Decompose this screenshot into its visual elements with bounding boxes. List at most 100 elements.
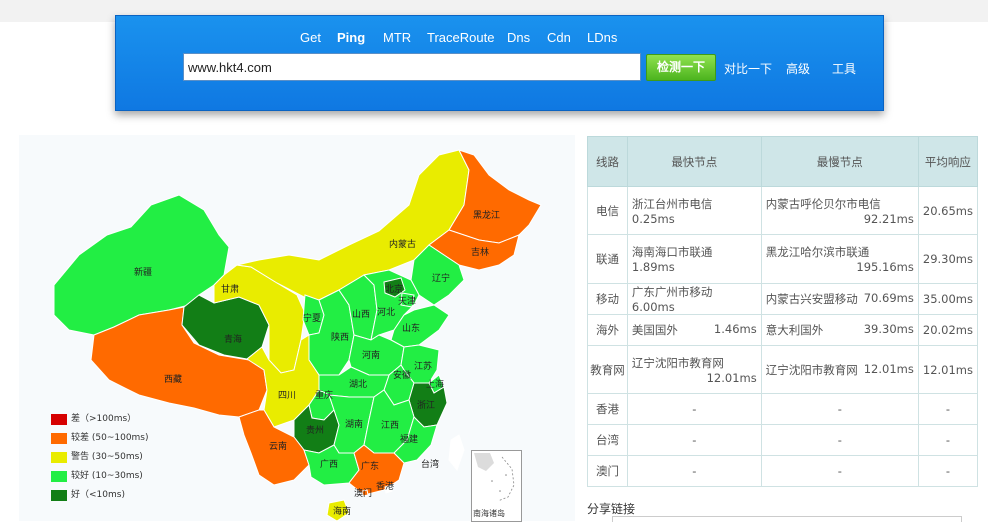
share-link-label: 分享链接 bbox=[587, 502, 636, 516]
label-guangxi: 广西 bbox=[320, 458, 338, 470]
table-row: 电信 浙江台州市电信 0.25ms 内蒙古呼伦贝尔市电信 92.21ms 20.6… bbox=[587, 186, 979, 235]
check-button[interactable]: 检测一下 bbox=[646, 54, 716, 81]
label-jiangxi: 江西 bbox=[381, 420, 399, 431]
col-line: 线路 bbox=[587, 136, 628, 187]
label-liaoning: 辽宁 bbox=[432, 272, 450, 284]
slowest-node: 内蒙古呼伦贝尔市电信 bbox=[765, 196, 881, 211]
nav-get[interactable]: Get bbox=[300, 30, 321, 45]
row-line: 电信 bbox=[587, 186, 628, 235]
nav-dns[interactable]: Dns bbox=[507, 30, 530, 45]
legend-swatch bbox=[51, 414, 67, 425]
label-guizhou: 贵州 bbox=[306, 424, 324, 436]
slowest-node: 内蒙古兴安盟移动 bbox=[765, 292, 858, 306]
row-slowest: 辽宁沈阳市教育网 12.01ms bbox=[760, 345, 919, 394]
fastest-ms: 12.01ms bbox=[706, 370, 757, 385]
slowest-ms: 12.01ms bbox=[863, 361, 914, 376]
label-shandong: 山东 bbox=[402, 322, 420, 334]
row-slowest: 意大利国外 39.30ms bbox=[760, 314, 919, 346]
table-row: 澳门 - - - bbox=[587, 455, 979, 487]
row-line: 教育网 bbox=[587, 345, 628, 394]
row-slowest: 内蒙古呼伦贝尔市电信 92.21ms bbox=[760, 186, 919, 235]
tool-nav: Get Ping MTR TraceRoute Dns Cdn LDns bbox=[116, 30, 883, 48]
nav-cdn[interactable]: Cdn bbox=[547, 30, 571, 45]
legend-swatch bbox=[51, 452, 67, 463]
row-average: 20.65ms bbox=[917, 186, 979, 235]
label-shanghai: 上海 bbox=[426, 378, 444, 390]
row-fastest: 辽宁沈阳市教育网 12.01ms bbox=[626, 345, 762, 394]
slowest-node: 意大利国外 bbox=[765, 323, 824, 337]
row-fastest: 美国国外 1.46ms bbox=[626, 314, 762, 346]
table-row: 台湾 - - - bbox=[587, 424, 979, 456]
col-average: 平均响应 bbox=[917, 136, 979, 187]
row-slowest: - bbox=[760, 393, 919, 425]
label-yunnan: 云南 bbox=[269, 440, 287, 452]
row-slowest: - bbox=[760, 424, 919, 456]
nav-ldns[interactable]: LDns bbox=[587, 30, 617, 45]
row-average: 29.30ms bbox=[917, 234, 979, 284]
row-slowest: 内蒙古兴安盟移动 70.69ms bbox=[760, 283, 919, 315]
label-qinghai: 青海 bbox=[224, 333, 242, 345]
label-hubei: 湖北 bbox=[349, 379, 367, 390]
label-macau: 澳门 bbox=[354, 487, 372, 499]
label-sichuan: 四川 bbox=[278, 391, 296, 401]
legend-swatch bbox=[51, 471, 67, 482]
row-average: 35.00ms bbox=[917, 283, 979, 315]
fastest-ms: 6.00ms bbox=[631, 300, 675, 314]
label-hainan: 海南 bbox=[333, 505, 351, 517]
fastest-node: 广东广州市移动 bbox=[631, 285, 713, 299]
province-taiwan[interactable] bbox=[448, 434, 465, 472]
fastest-ms: 1.89ms bbox=[631, 260, 675, 274]
nav-traceroute[interactable]: TraceRoute bbox=[427, 30, 494, 45]
label-tianjin: 天津 bbox=[398, 296, 416, 307]
label-shaanxi: 陕西 bbox=[331, 331, 349, 343]
header-panel: Get Ping MTR TraceRoute Dns Cdn LDns 检测一… bbox=[115, 15, 884, 111]
label-henan: 河南 bbox=[362, 349, 380, 361]
label-hunan: 湖南 bbox=[345, 418, 363, 430]
label-beijing: 北京 bbox=[385, 283, 403, 295]
legend-label: 好（<10ms) bbox=[71, 490, 125, 500]
label-hongkong: 香港 bbox=[376, 480, 394, 492]
url-input[interactable] bbox=[183, 53, 641, 81]
row-average: - bbox=[917, 455, 979, 487]
slowest-node: 辽宁沈阳市教育网 bbox=[765, 362, 858, 377]
legend-label: 警告 (30~50ms) bbox=[71, 452, 143, 462]
label-neimenggu: 内蒙古 bbox=[389, 238, 416, 250]
compare-link[interactable]: 对比一下 bbox=[724, 60, 772, 77]
label-zhejiang: 浙江 bbox=[417, 399, 435, 411]
row-line: 海外 bbox=[587, 314, 628, 346]
table-header-row: 线路 最快节点 最慢节点 平均响应 bbox=[587, 136, 979, 187]
row-fastest: 广东广州市移动 6.00ms bbox=[626, 283, 762, 315]
row-line: 移动 bbox=[587, 283, 628, 315]
label-anhui: 安徽 bbox=[393, 369, 411, 381]
share-link-field[interactable] bbox=[612, 516, 962, 522]
row-fastest: - bbox=[626, 393, 762, 425]
label-shanxi: 山西 bbox=[352, 309, 370, 320]
legend-label: 较差 (50~100ms) bbox=[71, 433, 149, 443]
label-heilongjiang: 黑龙江 bbox=[473, 209, 500, 221]
nav-mtr[interactable]: MTR bbox=[383, 30, 411, 45]
row-average: 20.02ms bbox=[917, 314, 979, 346]
row-slowest: 黑龙江哈尔滨市联通 195.16ms bbox=[760, 234, 919, 284]
legend-swatch bbox=[51, 433, 67, 444]
fastest-ms: 1.46ms bbox=[713, 322, 757, 336]
row-fastest: - bbox=[626, 455, 762, 487]
nav-ping[interactable]: Ping bbox=[337, 30, 365, 45]
advanced-link[interactable]: 高级 bbox=[786, 60, 810, 77]
slowest-ms: 39.30ms bbox=[863, 322, 914, 336]
inset-islands-icon bbox=[474, 453, 515, 502]
slowest-node: 黑龙江哈尔滨市联通 bbox=[765, 245, 870, 259]
col-slowest: 最慢节点 bbox=[760, 136, 919, 187]
table-row: 海外 美国国外 1.46ms 意大利国外 39.30ms 20.02ms bbox=[587, 314, 979, 346]
row-fastest: 海南海口市联通 1.89ms bbox=[626, 234, 762, 284]
table-row: 教育网 辽宁沈阳市教育网 12.01ms 辽宁沈阳市教育网 12.01ms 12.0… bbox=[587, 345, 979, 394]
row-line: 澳门 bbox=[587, 455, 628, 487]
south-china-sea-inset: 南海诸岛 bbox=[471, 450, 522, 522]
row-average: 12.01ms bbox=[917, 345, 979, 394]
tools-link[interactable]: 工具 bbox=[832, 60, 856, 77]
label-jiangsu: 江苏 bbox=[414, 360, 432, 372]
slowest-ms: 92.21ms bbox=[863, 211, 914, 226]
label-chongqing: 重庆 bbox=[315, 389, 333, 401]
table-row: 移动 广东广州市移动 6.00ms 内蒙古兴安盟移动 70.69ms 35.00m… bbox=[587, 283, 979, 315]
label-xizang: 西藏 bbox=[164, 373, 182, 385]
label-hebei: 河北 bbox=[377, 306, 395, 318]
